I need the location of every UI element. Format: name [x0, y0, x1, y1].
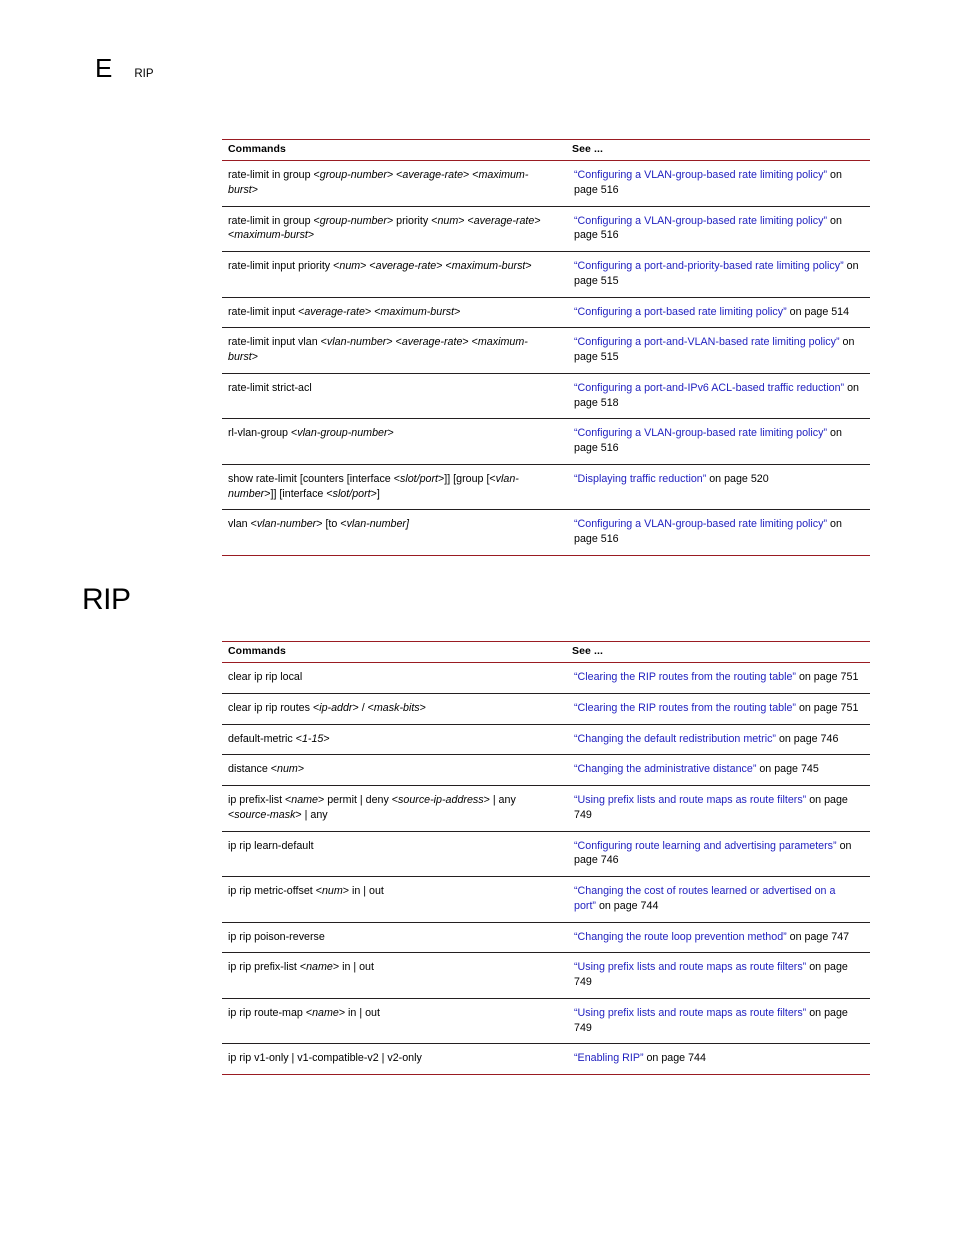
- table-row: ip rip poison-reverse “Changing the route…: [222, 922, 870, 954]
- command-syntax-cell: ip rip metric-offset <num> in | out: [222, 876, 566, 923]
- cross-reference-link[interactable]: “Configuring a port-based rate limiting …: [574, 306, 787, 318]
- column-header-commands: Commands: [222, 641, 566, 663]
- command-syntax-cell: rate-limit strict-acl: [222, 373, 566, 420]
- command-syntax-cell: ip rip route-map <name> in | out: [222, 998, 566, 1045]
- table-row: show rate-limit [counters [interface <sl…: [222, 464, 870, 511]
- command-table-rip: Commands See ... clear ip rip local “Clea…: [222, 641, 870, 1076]
- section-title-rip: RIP: [82, 583, 131, 616]
- table-row: rate-limit input <average-rate> <maximum…: [222, 297, 870, 329]
- see-reference-cell: “Clearing the RIP routes from the routin…: [566, 662, 870, 694]
- table-row: rate-limit input priority <num> <average…: [222, 251, 870, 298]
- see-reference-cell: “Configuring route learning and advertis…: [566, 831, 870, 878]
- see-reference-cell: “Configuring a VLAN-group-based rate lim…: [566, 509, 870, 557]
- see-reference-cell: “Configuring a port-and-IPv6 ACL-based t…: [566, 373, 870, 420]
- table-row: ip rip route-map <name> in | out “Using p…: [222, 998, 870, 1045]
- see-reference-cell: “Configuring a VLAN-group-based rate lim…: [566, 160, 870, 207]
- cross-reference-link[interactable]: “Changing the cost of routes learned or …: [574, 885, 835, 912]
- see-reference-cell: “Changing the cost of routes learned or …: [566, 876, 870, 923]
- cross-reference-link[interactable]: “Configuring a VLAN-group-based rate lim…: [574, 215, 827, 227]
- table-row: vlan <vlan-number> [to <vlan-number] “Con…: [222, 509, 870, 557]
- table-row: clear ip rip local “Clearing the RIP rout…: [222, 662, 870, 694]
- command-syntax-cell: clear ip rip routes <ip-addr> / <mask-bi…: [222, 693, 566, 725]
- cross-reference-link[interactable]: “Configuring route learning and advertis…: [574, 840, 837, 852]
- cross-reference-link[interactable]: “Configuring a VLAN-group-based rate lim…: [574, 518, 827, 530]
- table-row: ip rip metric-offset <num> in | out “Chan…: [222, 876, 870, 923]
- command-syntax-cell: vlan <vlan-number> [to <vlan-number]: [222, 509, 566, 557]
- command-syntax-cell: distance <num>: [222, 754, 566, 787]
- column-header-commands: Commands: [222, 139, 566, 161]
- table-header-row: Commands See ...: [222, 641, 870, 663]
- cross-reference-link[interactable]: “Using prefix lists and route maps as ro…: [574, 961, 806, 973]
- table-row: ip rip prefix-list <name> in | out “Using…: [222, 952, 870, 999]
- cross-reference-link[interactable]: “Configuring a port-and-IPv6 ACL-based t…: [574, 382, 844, 394]
- cross-reference-link[interactable]: “Configuring a VLAN-group-based rate lim…: [574, 169, 827, 181]
- cross-reference-link[interactable]: “Displaying traffic reduction”: [574, 473, 706, 485]
- appendix-letter: E: [95, 53, 113, 83]
- table-row: rate-limit in group <group-number> prior…: [222, 206, 870, 253]
- command-syntax-cell: show rate-limit [counters [interface <sl…: [222, 464, 566, 511]
- cross-reference-link[interactable]: “Configuring a VLAN-group-based rate lim…: [574, 427, 827, 439]
- table-row: clear ip rip routes <ip-addr> / <mask-bi…: [222, 693, 870, 725]
- command-syntax-cell: rate-limit in group <group-number> prior…: [222, 206, 566, 253]
- table-row: rate-limit strict-acl “Configuring a port…: [222, 373, 870, 420]
- table-row: ip prefix-list <name> permit | deny <sou…: [222, 785, 870, 832]
- see-reference-cell: “Configuring a port-and-priority-based r…: [566, 251, 870, 298]
- cross-reference-link[interactable]: “Changing the administrative distance”: [574, 763, 756, 775]
- see-reference-cell: “Configuring a port-and-VLAN-based rate …: [566, 327, 870, 374]
- command-syntax-cell: rate-limit in group <group-number> <aver…: [222, 160, 566, 207]
- column-header-see: See ...: [566, 139, 870, 161]
- table-row: ip rip learn-default “Configuring route l…: [222, 831, 870, 878]
- cross-reference-link[interactable]: “Clearing the RIP routes from the routin…: [574, 702, 796, 714]
- cross-reference-link[interactable]: “Changing the default redistribution met…: [574, 733, 776, 745]
- cross-reference-link[interactable]: “Changing the route loop prevention meth…: [574, 931, 787, 943]
- see-reference-cell: “Enabling RIP” on page 744: [566, 1043, 870, 1076]
- see-reference-cell: “Configuring a VLAN-group-based rate lim…: [566, 206, 870, 253]
- column-header-see: See ...: [566, 641, 870, 663]
- see-reference-cell: “Using prefix lists and route maps as ro…: [566, 785, 870, 832]
- command-syntax-cell: ip rip learn-default: [222, 831, 566, 878]
- see-reference-cell: “Configuring a VLAN-group-based rate lim…: [566, 418, 870, 465]
- command-syntax-cell: rate-limit input vlan <vlan-number> <ave…: [222, 327, 566, 374]
- table-row: ip rip v1-only | v1-compatible-v2 | v2-o…: [222, 1043, 870, 1076]
- see-reference-cell: “Changing the route loop prevention meth…: [566, 922, 870, 954]
- see-reference-cell: “Changing the administrative distance” o…: [566, 754, 870, 787]
- command-syntax-cell: ip rip v1-only | v1-compatible-v2 | v2-o…: [222, 1043, 566, 1076]
- table-row: rate-limit in group <group-number> <aver…: [222, 160, 870, 207]
- document-page: E RIP Commands See ... rate-limit in gro…: [0, 0, 954, 1235]
- see-reference-cell: “Displaying traffic reduction” on page 5…: [566, 464, 870, 511]
- command-syntax-cell: rate-limit input <average-rate> <maximum…: [222, 297, 566, 329]
- see-reference-cell: “Using prefix lists and route maps as ro…: [566, 952, 870, 999]
- see-reference-cell: “Configuring a port-based rate limiting …: [566, 297, 870, 329]
- command-syntax-cell: default-metric <1-15>: [222, 724, 566, 756]
- table-header-row: Commands See ...: [222, 139, 870, 161]
- see-reference-cell: “Changing the default redistribution met…: [566, 724, 870, 756]
- command-syntax-cell: clear ip rip local: [222, 662, 566, 694]
- running-header-label: RIP: [134, 68, 154, 80]
- command-syntax-cell: rl-vlan-group <vlan-group-number>: [222, 418, 566, 465]
- table-row: default-metric <1-15> “Changing the defau…: [222, 724, 870, 756]
- cross-reference-link[interactable]: “Clearing the RIP routes from the routin…: [574, 671, 796, 683]
- cross-reference-link[interactable]: “Enabling RIP”: [574, 1052, 644, 1064]
- command-syntax-cell: ip rip prefix-list <name> in | out: [222, 952, 566, 999]
- cross-reference-link[interactable]: “Using prefix lists and route maps as ro…: [574, 1007, 806, 1019]
- cross-reference-link[interactable]: “Configuring a port-and-VLAN-based rate …: [574, 336, 840, 348]
- command-table-rate-limit: Commands See ... rate-limit in group <gr…: [222, 139, 870, 557]
- cross-reference-link[interactable]: “Using prefix lists and route maps as ro…: [574, 794, 806, 806]
- command-syntax-cell: rate-limit input priority <num> <average…: [222, 251, 566, 298]
- cross-reference-link[interactable]: “Configuring a port-and-priority-based r…: [574, 260, 844, 272]
- running-header: E RIP: [95, 55, 154, 81]
- table-row: rate-limit input vlan <vlan-number> <ave…: [222, 327, 870, 374]
- command-syntax-cell: ip rip poison-reverse: [222, 922, 566, 954]
- table-row: distance <num> “Changing the administrati…: [222, 754, 870, 787]
- table-row: rl-vlan-group <vlan-group-number> “Config…: [222, 418, 870, 465]
- see-reference-cell: “Clearing the RIP routes from the routin…: [566, 693, 870, 725]
- command-syntax-cell: ip prefix-list <name> permit | deny <sou…: [222, 785, 566, 832]
- see-reference-cell: “Using prefix lists and route maps as ro…: [566, 998, 870, 1045]
